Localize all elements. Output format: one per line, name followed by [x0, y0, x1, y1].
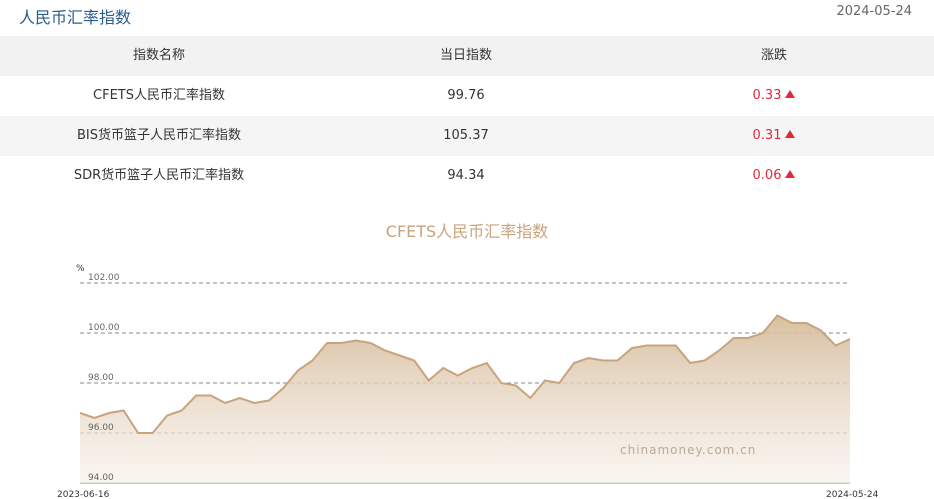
x-end-label: 2024-05-24 — [826, 490, 879, 499]
x-start-label: 2023-06-16 — [57, 490, 110, 499]
y-tick-label: 98.00 — [88, 373, 114, 383]
cfets-area-chart: 102.00 100.00 98.00 96.00 94.00 % 2023-06-16… — [57, 264, 879, 499]
y-tick-label: 96.00 — [88, 423, 114, 433]
y-unit-label: % — [76, 264, 85, 274]
y-tick-label: 100.00 — [88, 323, 120, 333]
watermark: chinamoney.com.cn — [620, 443, 757, 457]
y-tick-label: 94.00 — [88, 473, 114, 483]
area-fill — [80, 315, 850, 483]
y-tick-label: 102.00 — [88, 273, 120, 283]
